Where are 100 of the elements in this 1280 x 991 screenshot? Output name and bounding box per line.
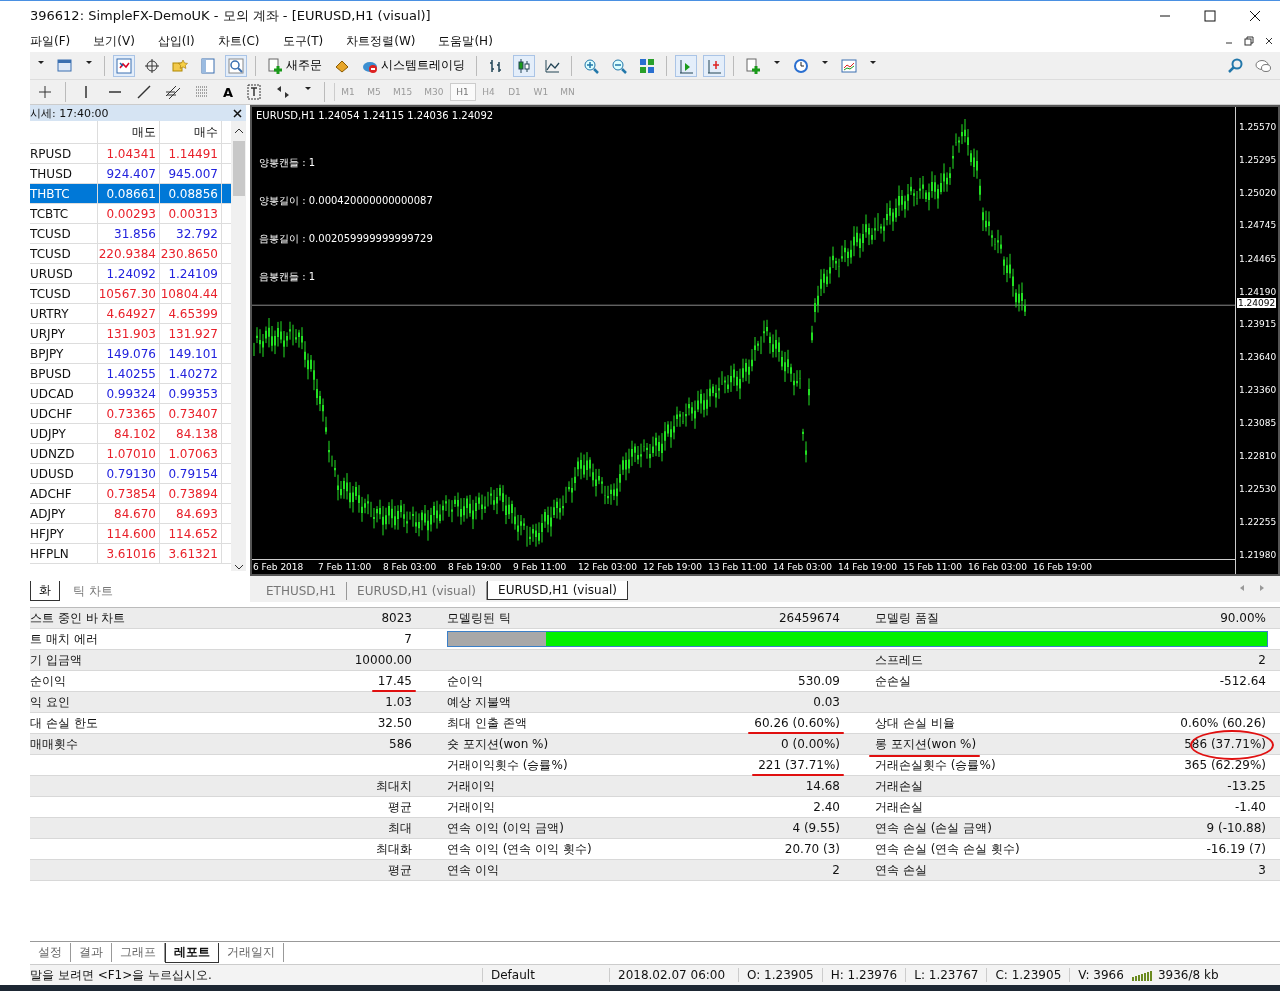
symbol-row[interactable]: RPUSD 1.04341 1.14491 [30, 144, 231, 164]
time-label: 9 Feb 11:00 [512, 562, 568, 572]
row-value: 90.00% [1220, 611, 1266, 625]
symbol-row[interactable]: UDCAD 0.99324 0.99353 [30, 384, 231, 404]
magnifier-window-icon[interactable] [225, 54, 247, 77]
scroll-up-icon[interactable] [233, 127, 244, 135]
time-label: 12 Feb 19:00 [642, 562, 704, 572]
panel-tab[interactable]: 틱 차트 [64, 581, 122, 602]
chart-area[interactable] [250, 105, 1280, 576]
row-label: 롱 포지션(won %) [875, 735, 977, 753]
close-icon[interactable] [233, 108, 242, 118]
row-value: -16.19 (7) [1206, 842, 1266, 856]
ask-price: 0.73407 [160, 404, 222, 423]
time-label: 12 Feb 03:00 [577, 562, 639, 572]
symbol-row[interactable]: UDNZD 1.07010 1.07063 [30, 444, 231, 464]
close-icon[interactable] [1249, 9, 1261, 22]
price-label: 1.24190 [1239, 286, 1277, 297]
symbol-row[interactable]: URTRY 4.64927 4.65399 [30, 304, 231, 324]
symbol-row[interactable]: UDJPY 84.102 84.138 [30, 424, 231, 444]
menu-item[interactable]: 차트(C) [217, 32, 273, 50]
row-label: 순이익 [447, 672, 483, 690]
scrollbar[interactable] [231, 121, 246, 571]
price-label: 1.24092 [1237, 298, 1277, 309]
system-trading-button[interactable]: 시스템트레이딩 [359, 55, 468, 76]
symbol-row[interactable]: HFPLN 3.61016 3.61321 [30, 544, 231, 564]
chart-shift-icon[interactable] [675, 54, 697, 77]
row-value: -1.40 [1234, 800, 1266, 814]
auto-scroll-icon[interactable] [703, 54, 725, 77]
column-header[interactable]: 매수 [160, 121, 222, 143]
symbol-row[interactable]: HFJPY 114.600 114.652 [30, 524, 231, 544]
menu-item[interactable]: 파일(F) [30, 32, 84, 50]
menu-item[interactable]: 보기(V) [93, 32, 148, 50]
ask-price: 149.101 [160, 344, 222, 363]
ask-price: 0.08856 [160, 184, 222, 203]
bid-price: 1.24092 [98, 264, 160, 283]
bid-price: 4.64927 [98, 304, 160, 323]
bid-price: 131.903 [98, 324, 160, 343]
maximize-icon[interactable] [1204, 9, 1216, 22]
symbol-row[interactable]: UDUSD 0.79130 0.79154 [30, 464, 231, 484]
ask-price: 114.652 [160, 524, 222, 543]
timeframe-button[interactable]: H1 [449, 83, 476, 101]
ask-price: 84.138 [160, 424, 222, 443]
row-value: 최대 [388, 819, 412, 837]
status-high: H: 1.23976 [821, 968, 906, 982]
chart-tab[interactable]: ETHUSD,H1 [256, 582, 348, 600]
scrollbar-thumb[interactable] [232, 141, 245, 196]
time-label: 16 Feb 19:00 [1032, 562, 1094, 572]
row-value: -512.64 [1219, 674, 1266, 688]
price-label: 1.23915 [1239, 319, 1277, 330]
panel-tab[interactable]: 레포트 [165, 943, 219, 963]
symbol-name: UDUSD [30, 464, 98, 483]
column-header[interactable]: 매도 [98, 121, 160, 143]
restore-icon[interactable] [1244, 36, 1254, 46]
symbol-row[interactable]: ADJPY 84.670 84.693 [30, 504, 231, 524]
panel-tab[interactable]: 화 [30, 581, 60, 601]
text-tool-button[interactable]: A [220, 84, 237, 100]
row-value: 2 [1258, 653, 1266, 667]
row-value: 9 (-10.88) [1206, 821, 1266, 835]
ask-price: 1.24109 [160, 264, 222, 283]
bid-price: 924.407 [98, 164, 160, 183]
menu-item[interactable]: 도움말(H) [438, 32, 506, 50]
panel-tab[interactable]: 거래일지 [219, 943, 284, 962]
symbol-name: HFJPY [30, 524, 98, 543]
row-value: 1.03 [385, 695, 412, 709]
menu-item[interactable]: 차트정렬(W) [346, 32, 429, 50]
symbol-row[interactable]: URUSD 1.24092 1.24109 [30, 264, 231, 284]
row-label: 트 매치 에러 [30, 630, 98, 648]
close-icon[interactable] [1264, 36, 1274, 46]
panel-tab[interactable]: 설정 [30, 943, 71, 962]
row-value: 평균 [388, 798, 412, 816]
row-label: 순손실 [875, 672, 911, 690]
menu-item[interactable]: 도구(T) [282, 32, 337, 50]
chart-tab[interactable]: EURUSD,H1 (visual) [487, 581, 629, 600]
bid-price: 0.00293 [98, 204, 160, 223]
symbol-row[interactable]: ADCHF 0.73854 0.73894 [30, 484, 231, 504]
row-label: 익 요인 [30, 693, 70, 711]
status-close: C: 1.23905 [986, 968, 1070, 982]
row-label: 거래손실횟수 (승률%) [875, 756, 996, 774]
symbol-row[interactable]: BPJPY 149.076 149.101 [30, 344, 231, 364]
symbol-row[interactable]: TCUSD 10567.30 10804.44 [30, 284, 231, 304]
row-label: 거래손실 [875, 798, 923, 816]
symbol-row[interactable]: TCBTC 0.00293 0.00313 [30, 204, 231, 224]
symbol-row[interactable]: BPUSD 1.40255 1.40272 [30, 364, 231, 384]
symbol-row[interactable]: THBTC 0.08661 0.08856 [30, 184, 231, 204]
scroll-left-icon[interactable] [1238, 584, 1246, 592]
candlestick-icon[interactable] [513, 54, 535, 77]
scroll-right-icon[interactable] [1258, 584, 1266, 592]
chart-window-icon[interactable] [113, 54, 135, 77]
symbol-row[interactable]: URJPY 131.903 131.927 [30, 324, 231, 344]
new-order-button[interactable]: 새주문 [264, 55, 325, 76]
menu-item[interactable]: 삽입(I) [157, 32, 208, 50]
symbol-name: URJPY [30, 324, 98, 343]
scroll-down-icon[interactable] [233, 563, 244, 571]
price-label: 1.24745 [1239, 220, 1277, 231]
symbol-row[interactable]: TCUSD 31.856 32.792 [30, 224, 231, 244]
symbol-row[interactable]: UDCHF 0.73365 0.73407 [30, 404, 231, 424]
bid-price: 0.79130 [98, 464, 160, 483]
panel-tab[interactable]: 결과 [71, 943, 112, 962]
symbol-row[interactable]: TCUSD 220.9384 230.8650 [30, 244, 231, 264]
bid-price: 1.04341 [98, 144, 160, 163]
